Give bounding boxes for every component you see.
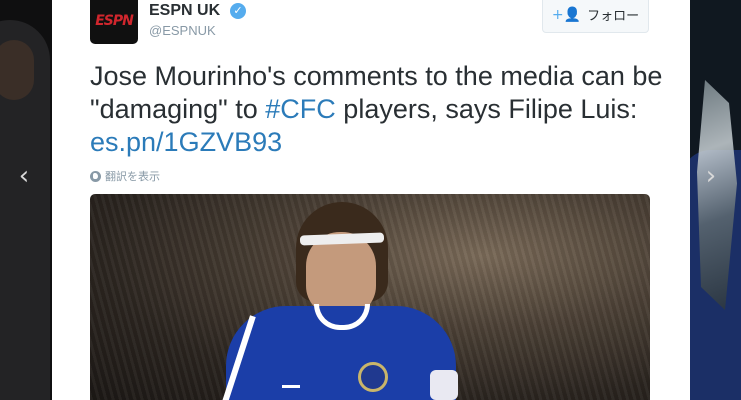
user-handle[interactable]: @ESPNUK xyxy=(149,23,216,38)
translate-link[interactable]: 翻訳を表示 xyxy=(90,168,160,184)
tweet-photo[interactable] xyxy=(90,194,650,400)
follow-button-label: フォロー xyxy=(587,8,640,23)
league-patch-icon xyxy=(430,370,458,400)
background-face xyxy=(0,40,34,100)
background-photo-right xyxy=(689,0,741,400)
avatar-logo-text: ESPN xyxy=(95,13,134,29)
hashtag-link[interactable]: #CFC xyxy=(265,94,336,124)
translate-label: 翻訳を表示 xyxy=(105,171,160,183)
article-link[interactable]: es.pn/1GZVB93 xyxy=(90,127,282,157)
display-name[interactable]: ESPN UK xyxy=(149,2,220,20)
tweet-card: ESPN ESPN UK ✓ @ESPNUK +👤 フォロー Jose Mour… xyxy=(52,0,690,400)
kit-logo-icon xyxy=(282,376,300,388)
next-arrow-icon[interactable]: › xyxy=(701,162,721,190)
add-user-icon: +👤 xyxy=(551,6,582,23)
club-crest-icon xyxy=(358,362,388,392)
avatar[interactable]: ESPN xyxy=(90,0,138,44)
previous-arrow-icon[interactable]: ‹ xyxy=(14,162,34,190)
tweet-text: Jose Mourinho's comments to the media ca… xyxy=(90,60,670,159)
tweet-text-part2: players, says Filipe Luis: xyxy=(335,94,638,124)
background-photo-left xyxy=(0,0,52,400)
globe-icon xyxy=(90,170,101,182)
verified-badge-icon: ✓ xyxy=(230,3,246,19)
follow-button[interactable]: +👤 フォロー xyxy=(542,0,649,33)
